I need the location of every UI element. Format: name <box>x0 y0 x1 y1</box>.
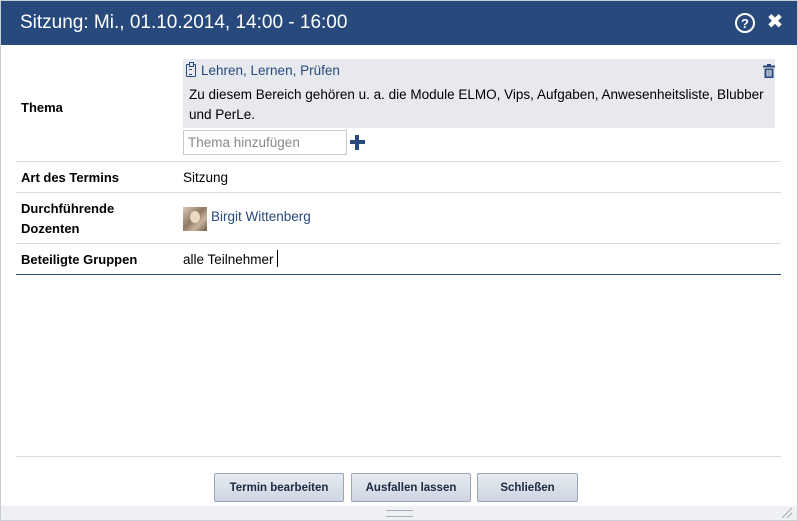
row-dozenten: Durchführende Dozenten Birgit Wittenberg <box>16 193 781 244</box>
label-gruppen: Beteiligte Gruppen <box>21 252 138 267</box>
text-cursor <box>276 250 278 267</box>
lecturer-link[interactable]: Birgit Wittenberg <box>211 207 311 227</box>
appointment-dialog: Sitzung: Mi., 01.10.2014, 14:00 - 16:00 … <box>0 0 798 521</box>
value-gruppen-text: alle Teilnehmer <box>183 252 274 267</box>
avatar <box>183 207 207 231</box>
topic-title-link[interactable]: Lehren, Lernen, Prüfen <box>186 62 340 80</box>
add-topic-input[interactable] <box>183 130 347 155</box>
close-button[interactable]: Schließen <box>477 473 578 502</box>
clipboard-icon <box>186 62 196 77</box>
dialog-titlebar: Sitzung: Mi., 01.10.2014, 14:00 - 16:00 … <box>1 1 797 45</box>
topic-description: Zu diesem Bereich gehören u. a. die Modu… <box>189 87 764 122</box>
label-art: Art des Termins <box>21 170 120 185</box>
label-dozenten-line2: Dozenten <box>21 221 80 236</box>
close-icon[interactable]: ✖ <box>766 12 784 32</box>
row-art: Art des Termins Sitzung <box>16 162 781 193</box>
row-thema: Thema Lehren, Lernen, Prüfen Zu diesem B… <box>16 53 781 162</box>
label-dozenten: Durchführende Dozenten <box>21 199 114 239</box>
value-art: Sitzung <box>183 170 229 185</box>
help-icon[interactable]: ? <box>735 13 755 33</box>
cancel-appointment-button[interactable]: Ausfallen lassen <box>351 473 471 502</box>
trash-icon[interactable] <box>763 64 775 78</box>
plus-icon[interactable] <box>350 135 365 150</box>
edit-appointment-button[interactable]: Termin bearbeiten <box>214 473 344 502</box>
dialog-statusbar <box>1 506 797 520</box>
topic-card: Lehren, Lernen, Prüfen Zu diesem Bereich… <box>183 59 775 128</box>
resize-handle-icon[interactable] <box>782 508 792 518</box>
label-thema: Thema <box>21 100 63 115</box>
value-gruppen: alle Teilnehmer <box>183 250 278 270</box>
footer-divider <box>16 456 781 457</box>
label-dozenten-line1: Durchführende <box>21 201 115 216</box>
topic-title-text[interactable]: Lehren, Lernen, Prüfen <box>201 63 340 78</box>
row-gruppen: Beteiligte Gruppen alle Teilnehmer <box>16 244 781 275</box>
drag-grip-icon[interactable] <box>386 510 413 517</box>
dialog-title: Sitzung: Mi., 01.10.2014, 14:00 - 16:00 <box>20 12 348 33</box>
